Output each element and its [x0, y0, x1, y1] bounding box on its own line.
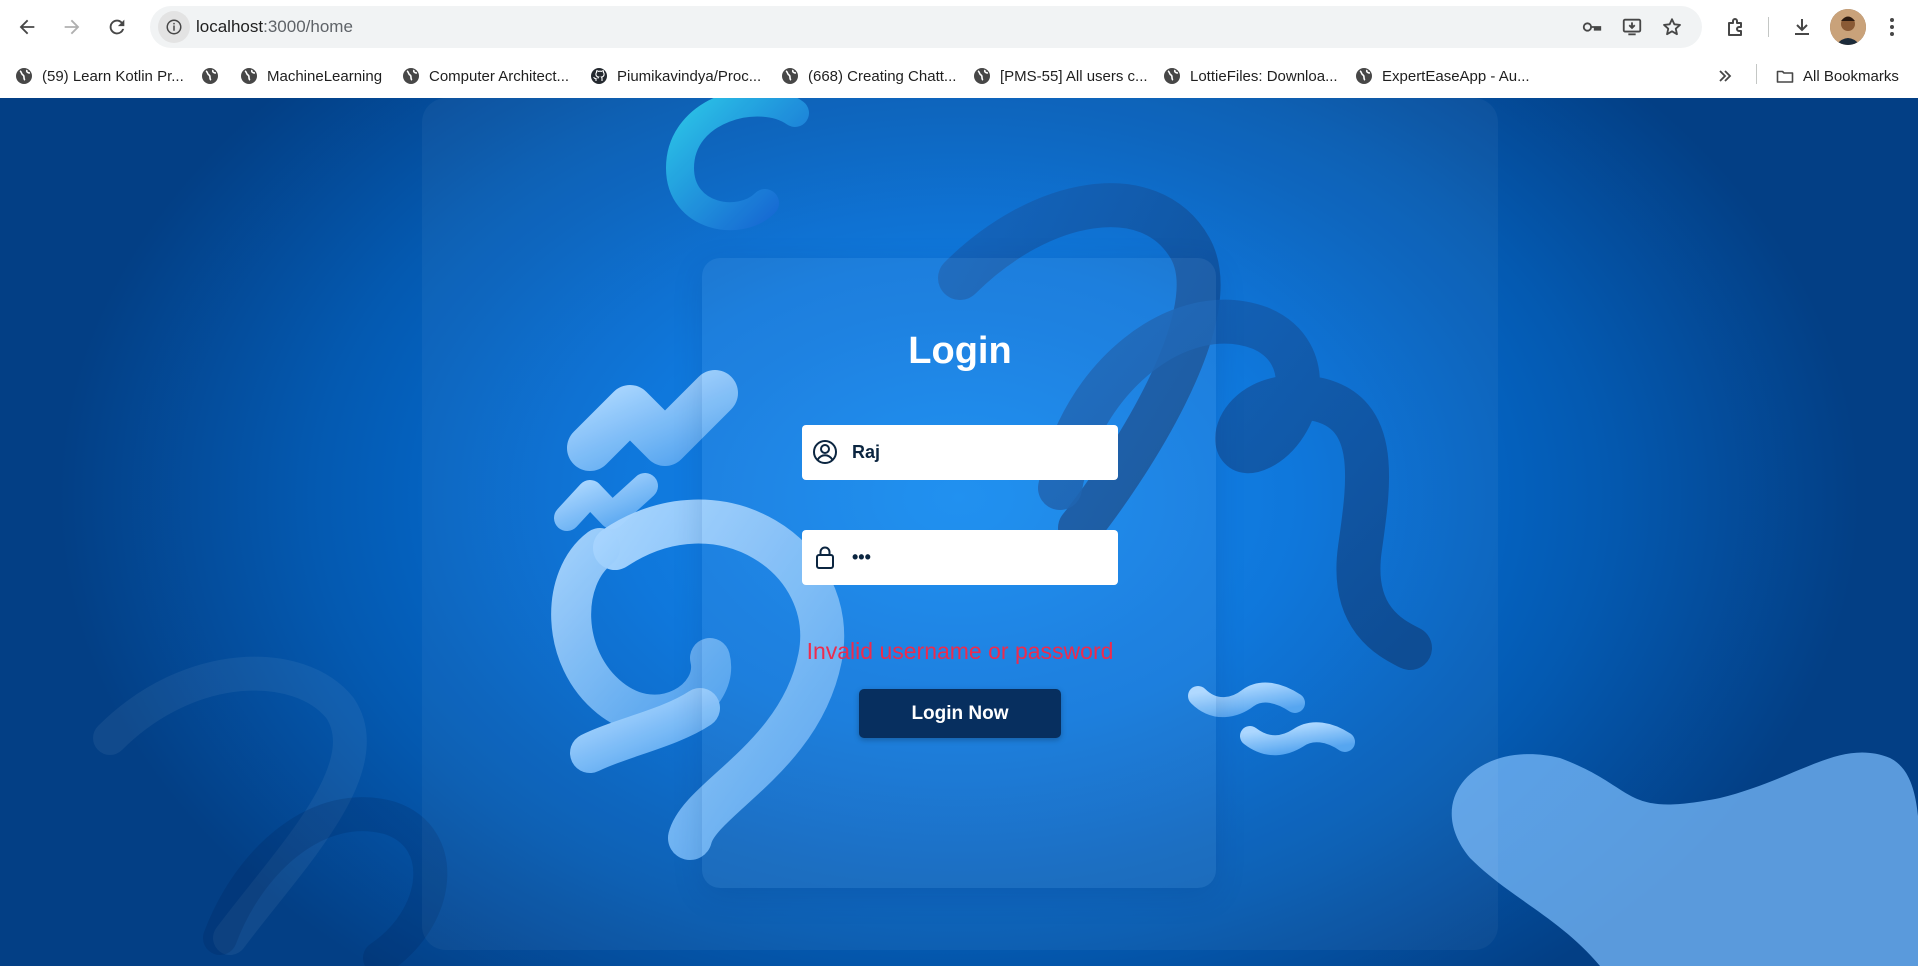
url-host: localhost — [196, 17, 264, 36]
globe-icon — [15, 67, 33, 85]
star-icon — [1663, 18, 1681, 36]
bookmark-item[interactable]: MachineLearning — [240, 62, 382, 90]
all-bookmarks-button[interactable]: All Bookmarks — [1776, 62, 1899, 90]
password-input[interactable] — [852, 530, 1110, 585]
globe-icon — [973, 67, 991, 85]
site-info-button[interactable] — [158, 11, 190, 43]
bookmark-item[interactable]: LottieFiles: Downloa... — [1163, 62, 1338, 90]
browser-toolbar: localhost:3000/home — [0, 0, 1918, 54]
login-page: Login Invalid username or password Login… — [0, 98, 1918, 966]
globe-icon — [201, 67, 219, 85]
back-button[interactable] — [8, 8, 46, 46]
url-text[interactable]: localhost:3000/home — [196, 17, 353, 37]
install-app-button[interactable] — [1618, 13, 1646, 41]
toolbar-divider — [1768, 17, 1769, 37]
bookmark-label: (59) Learn Kotlin Pr... — [42, 67, 184, 85]
github-icon — [590, 67, 608, 85]
menu-button[interactable] — [1874, 9, 1910, 45]
download-icon — [1795, 19, 1809, 35]
forward-button[interactable] — [53, 8, 91, 46]
bookmark-label: [PMS-55] All users c... — [1000, 67, 1148, 85]
downloads-button[interactable] — [1784, 9, 1820, 45]
bookmark-item[interactable]: Piumikavindya/Proc... — [590, 62, 761, 90]
puzzle-icon — [1728, 18, 1742, 36]
bookmark-item[interactable]: Computer Architect... — [402, 62, 569, 90]
url-path: :3000/home — [263, 17, 353, 36]
bookmark-item[interactable]: (59) Learn Kotlin Pr... — [15, 62, 184, 90]
back-arrow-icon — [19, 19, 35, 35]
globe-icon — [240, 67, 258, 85]
install-icon — [1622, 18, 1642, 36]
key-icon — [1582, 22, 1602, 32]
password-key-button[interactable] — [1578, 13, 1606, 41]
address-bar[interactable]: localhost:3000/home — [150, 6, 1702, 48]
profile-avatar[interactable] — [1830, 9, 1866, 45]
globe-icon — [781, 67, 799, 85]
login-now-button[interactable]: Login Now — [859, 689, 1061, 738]
user-circle-icon — [810, 437, 840, 467]
bookmark-item[interactable]: (668) Creating Chatt... — [781, 62, 956, 90]
lock-icon — [810, 542, 840, 572]
double-chevron-right-icon — [1719, 70, 1732, 82]
bookmark-label: (668) Creating Chatt... — [808, 67, 957, 85]
soft-blob-shape — [1451, 752, 1918, 966]
bookmarks-divider — [1756, 64, 1757, 84]
password-field[interactable] — [802, 530, 1118, 585]
bookmark-label: Computer Architect... — [429, 67, 570, 85]
username-input[interactable] — [852, 425, 1110, 480]
bookmarks-bar: (59) Learn Kotlin Pr... MachineLearning … — [0, 54, 1918, 98]
extensions-button[interactable] — [1718, 9, 1754, 45]
bookmark-label: MachineLearning — [267, 67, 383, 85]
info-icon — [166, 19, 182, 35]
bookmark-star-button[interactable] — [1658, 13, 1686, 41]
globe-icon — [402, 67, 420, 85]
bookmark-item[interactable] — [201, 62, 228, 90]
forward-arrow-icon — [64, 19, 80, 35]
bookmark-item[interactable]: ExpertEaseApp - Au... — [1355, 62, 1530, 90]
globe-icon — [1355, 67, 1373, 85]
reload-button[interactable] — [98, 8, 136, 46]
all-bookmarks-label: All Bookmarks — [1803, 67, 1899, 85]
error-message: Invalid username or password — [806, 638, 1114, 664]
globe-icon — [1163, 67, 1181, 85]
bookmark-label: ExpertEaseApp - Au... — [1382, 67, 1530, 85]
bookmarks-overflow-button[interactable] — [1716, 62, 1734, 90]
bookmark-item[interactable]: [PMS-55] All users c... — [973, 62, 1148, 90]
login-title: Login — [908, 330, 1012, 372]
folder-icon — [1776, 67, 1794, 85]
bookmark-label: Piumikavindya/Proc... — [617, 67, 762, 85]
reload-icon — [109, 19, 125, 35]
more-vert-icon — [1890, 18, 1894, 36]
username-field[interactable] — [802, 425, 1118, 480]
profile-photo-icon — [1830, 9, 1866, 45]
bookmark-label: LottieFiles: Downloa... — [1190, 67, 1338, 85]
